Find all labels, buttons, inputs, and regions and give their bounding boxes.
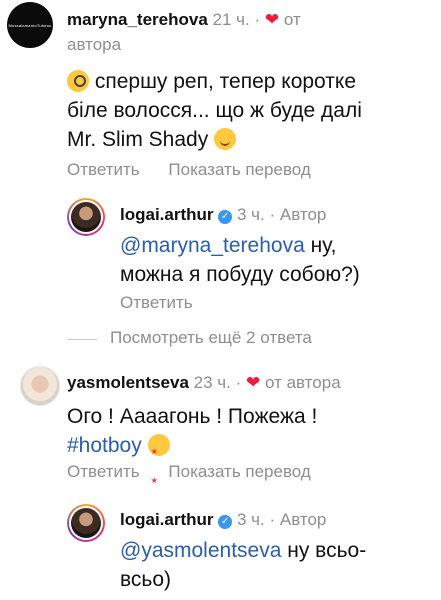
comment-maryna: MussalamantoTubeou maryna_terehova 21 ч.… bbox=[0, 0, 441, 195]
monocle-face-icon bbox=[67, 70, 89, 92]
reply-meta: logai.arthur ✓ 3 ч. · Автор bbox=[120, 510, 326, 530]
comment-meta: maryna_terehova 21 ч. · ❤ от bbox=[67, 10, 301, 30]
comment-text: Ого ! Аааагонь ! Пожежа ! #hotboy bbox=[67, 402, 318, 495]
comment-line-1: спершу реп, тепер коротке bbox=[67, 67, 362, 96]
verified-badge-icon: ✓ bbox=[218, 515, 233, 529]
reply-button[interactable]: Ответить bbox=[67, 160, 140, 179]
comment-actions: Ответить Показать перевод bbox=[67, 160, 335, 180]
separator: · bbox=[254, 10, 261, 29]
username[interactable]: yasmolentseva bbox=[67, 373, 189, 392]
smirk-face-icon bbox=[214, 128, 237, 150]
view-more-replies-button[interactable]: Посмотреть ещё 2 ответа bbox=[110, 328, 312, 348]
reply-meta: logai.arthur ✓ 3 ч. · Автор bbox=[120, 205, 326, 225]
avatar[interactable] bbox=[67, 504, 105, 542]
avatar-text: MussalamantoTubeou bbox=[8, 22, 52, 28]
comment-meta: yasmolentseva 23 ч. · ❤ от автора bbox=[67, 373, 341, 393]
avatar[interactable] bbox=[20, 366, 60, 406]
liked-by-author-prefix: от bbox=[283, 10, 301, 29]
username[interactable]: logai.arthur bbox=[120, 510, 214, 529]
heart-icon: ❤ bbox=[264, 10, 280, 29]
comment-text: спершу реп, тепер коротке біле волосся..… bbox=[67, 67, 362, 154]
username[interactable]: maryna_terehova bbox=[67, 10, 208, 29]
author-label: Автор bbox=[279, 510, 327, 529]
reply-time: 3 ч. bbox=[236, 205, 265, 224]
star-struck-icon bbox=[147, 434, 170, 495]
reply-text: @yasmolentseva ну всьо- всьо) bbox=[120, 536, 366, 594]
username[interactable]: logai.arthur bbox=[120, 205, 214, 224]
comment-time: 23 ч. bbox=[193, 373, 231, 392]
reply-line-2: всьо) bbox=[120, 568, 172, 591]
comment-line-3: Mr. Slim Shady bbox=[67, 125, 362, 154]
reply-time: 3 ч. bbox=[236, 510, 265, 529]
show-translation-button[interactable]: Показать перевод bbox=[168, 462, 310, 481]
reply-line-1: @maryna_terehova ну, bbox=[120, 231, 360, 260]
avatar[interactable] bbox=[67, 198, 105, 236]
comment-line-1: Ого ! Аааагонь ! Пожежа ! bbox=[67, 405, 318, 428]
reply-line-1-text: ну всьо- bbox=[281, 539, 367, 562]
comment-line-2: біле волосся... що ж буде далі bbox=[67, 99, 362, 122]
reply-text: @maryna_terehova ну, можна я побуду собо… bbox=[120, 231, 360, 289]
verified-badge-icon: ✓ bbox=[218, 210, 233, 224]
show-translation-button[interactable]: Показать перевод bbox=[168, 160, 310, 179]
reply-line-2: можна я побуду собою?) bbox=[120, 263, 360, 286]
liked-by-author-label: от автора bbox=[264, 373, 341, 392]
view-more-replies-label: Посмотреть ещё 2 ответа bbox=[110, 328, 312, 347]
liked-by-author-wrap: автора bbox=[67, 35, 121, 55]
author-label: Автор bbox=[279, 205, 327, 224]
mention-link[interactable]: @yasmolentseva bbox=[120, 539, 281, 562]
comment-actions: Ответить Показать перевод bbox=[67, 462, 335, 482]
liked-by-author-label: автора bbox=[67, 35, 122, 54]
reply-line-1-text: ну, bbox=[304, 234, 337, 257]
comment-line-2: #hotboy bbox=[67, 431, 317, 495]
separator: · bbox=[235, 373, 242, 392]
reply-actions: Ответить bbox=[120, 293, 217, 313]
avatar[interactable]: MussalamantoTubeou bbox=[7, 2, 53, 48]
mention-link[interactable]: @maryna_terehova bbox=[120, 234, 305, 257]
separator: · bbox=[269, 205, 276, 224]
comment-time: 21 ч. bbox=[212, 10, 250, 29]
comment-yasmolentseva: yasmolentseva 23 ч. · ❤ от автора Ого ! … bbox=[0, 362, 441, 497]
heart-icon: ❤ bbox=[246, 373, 261, 392]
reply-logai-1: logai.arthur ✓ 3 ч. · Автор @maryna_tere… bbox=[0, 195, 441, 325]
hashtag-link[interactable]: #hotboy bbox=[67, 434, 142, 457]
comment-line-1-text: спершу реп, тепер коротке bbox=[94, 70, 357, 93]
reply-line-1: @yasmolentseva ну всьо- bbox=[120, 536, 366, 565]
reply-button[interactable]: Ответить bbox=[120, 293, 193, 312]
reply-logai-2: logai.arthur ✓ 3 ч. · Автор @yasmolentse… bbox=[0, 500, 441, 600]
comment-line-3-text: Mr. Slim Shady bbox=[67, 128, 209, 151]
separator: · bbox=[269, 510, 276, 529]
more-replies-divider bbox=[67, 339, 97, 340]
reply-button[interactable]: Ответить bbox=[67, 462, 140, 481]
